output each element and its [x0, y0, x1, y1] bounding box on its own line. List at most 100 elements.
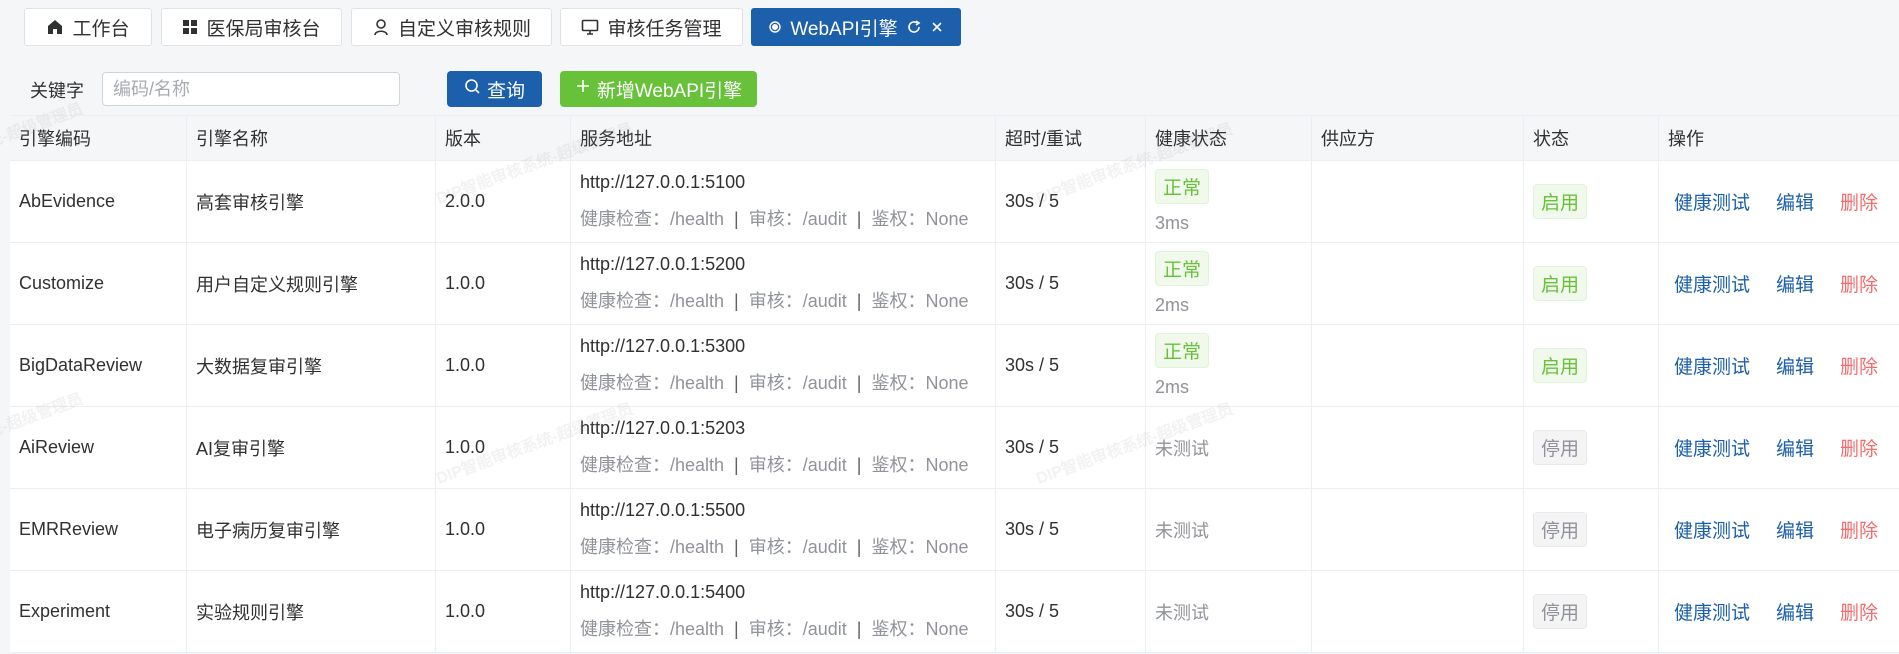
- health-latency: 2ms: [1155, 295, 1190, 315]
- status-cell: 启用: [1524, 243, 1659, 324]
- health-latency: 2ms: [1155, 377, 1190, 397]
- status-badge: 启用: [1533, 266, 1588, 301]
- add-engine-button[interactable]: 新增WebAPI引擎: [560, 71, 757, 107]
- delete-button[interactable]: 删除: [1840, 598, 1878, 625]
- table-row: AbEvidence 高套审核引擎 2.0.0 http://127.0.0.1:51…: [10, 161, 1899, 243]
- engine-version: 1.0.0: [436, 407, 571, 488]
- health-check-path: 健康检查：/health: [580, 455, 725, 475]
- health-test-button[interactable]: 健康测试: [1674, 270, 1750, 297]
- status-cell: 停用: [1524, 407, 1659, 488]
- health-check-path: 健康检查：/health: [580, 291, 725, 311]
- separator: |: [734, 291, 739, 311]
- table-row: Experiment 实验规则引擎 1.0.0 http://127.0.0.1:54…: [10, 571, 1899, 653]
- delete-button[interactable]: 删除: [1840, 270, 1878, 297]
- column-header: 版本: [436, 116, 571, 160]
- health-cell: 未测试: [1146, 407, 1312, 488]
- engine-code: BigDataReview: [10, 325, 187, 406]
- health-test-button[interactable]: 健康测试: [1674, 188, 1750, 215]
- service-address-cell: http://127.0.0.1:5400 健康检查：/health | 审核：/au…: [571, 571, 996, 652]
- delete-button[interactable]: 删除: [1840, 516, 1878, 543]
- status-cell: 停用: [1524, 489, 1659, 570]
- edit-button[interactable]: 编辑: [1776, 270, 1814, 297]
- edit-button[interactable]: 编辑: [1776, 434, 1814, 461]
- tab-bar: 工作台 医保局审核台 自定义审核规则 审核任务管理 WebAPI引擎: [0, 0, 1899, 52]
- column-header: 供应方: [1312, 116, 1524, 160]
- engine-name: 大数据复审引擎: [187, 325, 436, 406]
- service-address-cell: http://127.0.0.1:5500 健康检查：/health | 审核：/au…: [571, 489, 996, 570]
- service-url: http://127.0.0.1:5200: [580, 254, 746, 274]
- status-cell: 停用: [1524, 571, 1659, 652]
- timeout-retry: 30s / 5: [996, 571, 1146, 652]
- edit-button[interactable]: 编辑: [1776, 516, 1814, 543]
- timeout-retry: 30s / 5: [996, 325, 1146, 406]
- endpoint-details: 健康检查：/health | 审核：/audit | 鉴权：None: [580, 533, 995, 559]
- query-button-label: 查询: [486, 80, 525, 102]
- health-check-path: 健康检查：/health: [580, 209, 725, 229]
- status-cell: 启用: [1524, 325, 1659, 406]
- column-header: 超时/重试: [996, 116, 1146, 160]
- health-status-text: 未测试: [1155, 438, 1209, 459]
- audit-path: 审核：/audit: [748, 209, 847, 229]
- separator: |: [734, 455, 739, 475]
- actions-cell: 健康测试 编辑 删除: [1659, 407, 1899, 488]
- column-header: 服务地址: [571, 116, 996, 160]
- tab-custom-rules[interactable]: 自定义审核规则: [351, 8, 552, 46]
- edit-button[interactable]: 编辑: [1776, 598, 1814, 625]
- tab-insurance-audit[interactable]: 医保局审核台: [161, 8, 342, 46]
- health-test-button[interactable]: 健康测试: [1674, 352, 1750, 379]
- plus-icon: [575, 78, 591, 100]
- query-button[interactable]: 查询: [447, 71, 542, 107]
- service-address-cell: http://127.0.0.1:5203 健康检查：/health | 审核：/au…: [571, 407, 996, 488]
- engine-code: Experiment: [10, 571, 187, 652]
- edit-button[interactable]: 编辑: [1776, 188, 1814, 215]
- health-test-button[interactable]: 健康测试: [1674, 516, 1750, 543]
- timeout-retry: 30s / 5: [996, 407, 1146, 488]
- edit-button[interactable]: 编辑: [1776, 352, 1814, 379]
- health-test-button[interactable]: 健康测试: [1674, 434, 1750, 461]
- tab-label: 医保局审核台: [206, 18, 321, 40]
- service-url: http://127.0.0.1:5400: [580, 582, 746, 602]
- delete-button[interactable]: 删除: [1840, 352, 1878, 379]
- auth-mode: 鉴权：None: [871, 373, 969, 393]
- engine-name: 用户自定义规则引擎: [187, 243, 436, 324]
- tab-label: 工作台: [72, 18, 130, 40]
- endpoint-details: 健康检查：/health | 审核：/audit | 鉴权：None: [580, 369, 995, 395]
- delete-button[interactable]: 删除: [1840, 434, 1878, 461]
- search-icon: [464, 78, 481, 101]
- column-header: 引擎编码: [10, 116, 187, 160]
- monitor-icon: [581, 18, 599, 36]
- actions-cell: 健康测试 编辑 删除: [1659, 325, 1899, 406]
- engine-version: 1.0.0: [436, 489, 571, 570]
- engine-name: 实验规则引擎: [187, 571, 436, 652]
- tab-workbench[interactable]: 工作台: [24, 8, 152, 46]
- grid-icon: [182, 19, 198, 35]
- service-url: http://127.0.0.1:5203: [580, 418, 746, 438]
- vendor: [1312, 571, 1524, 652]
- auth-mode: 鉴权：None: [871, 291, 969, 311]
- health-test-button[interactable]: 健康测试: [1674, 598, 1750, 625]
- close-icon[interactable]: [930, 20, 944, 34]
- service-url: http://127.0.0.1:5100: [580, 172, 746, 192]
- delete-button[interactable]: 删除: [1840, 188, 1878, 215]
- column-header: 状态: [1524, 116, 1659, 160]
- home-icon: [46, 18, 64, 36]
- timeout-retry: 30s / 5: [996, 243, 1146, 324]
- table-body: AbEvidence 高套审核引擎 2.0.0 http://127.0.0.1:51…: [10, 161, 1899, 653]
- endpoint-details: 健康检查：/health | 审核：/audit | 鉴权：None: [580, 451, 995, 477]
- auth-mode: 鉴权：None: [871, 619, 969, 639]
- table-row: EMRReview 电子病历复审引擎 1.0.0 http://127.0.0.1:5…: [10, 489, 1899, 571]
- actions-cell: 健康测试 编辑 删除: [1659, 243, 1899, 324]
- tab-webapi-engine[interactable]: WebAPI引擎: [751, 8, 961, 46]
- vendor: [1312, 243, 1524, 324]
- health-cell: 正常 2ms: [1146, 325, 1312, 406]
- engine-code: EMRReview: [10, 489, 187, 570]
- keyword-input[interactable]: [102, 72, 400, 106]
- auth-mode: 鉴权：None: [871, 209, 969, 229]
- tab-task-management[interactable]: 审核任务管理: [560, 8, 743, 46]
- auth-mode: 鉴权：None: [871, 537, 969, 557]
- health-cell: 未测试: [1146, 571, 1312, 652]
- refresh-icon[interactable]: [906, 19, 922, 35]
- audit-path: 审核：/audit: [748, 373, 847, 393]
- health-status-text: 未测试: [1155, 602, 1209, 623]
- audit-path: 审核：/audit: [748, 291, 847, 311]
